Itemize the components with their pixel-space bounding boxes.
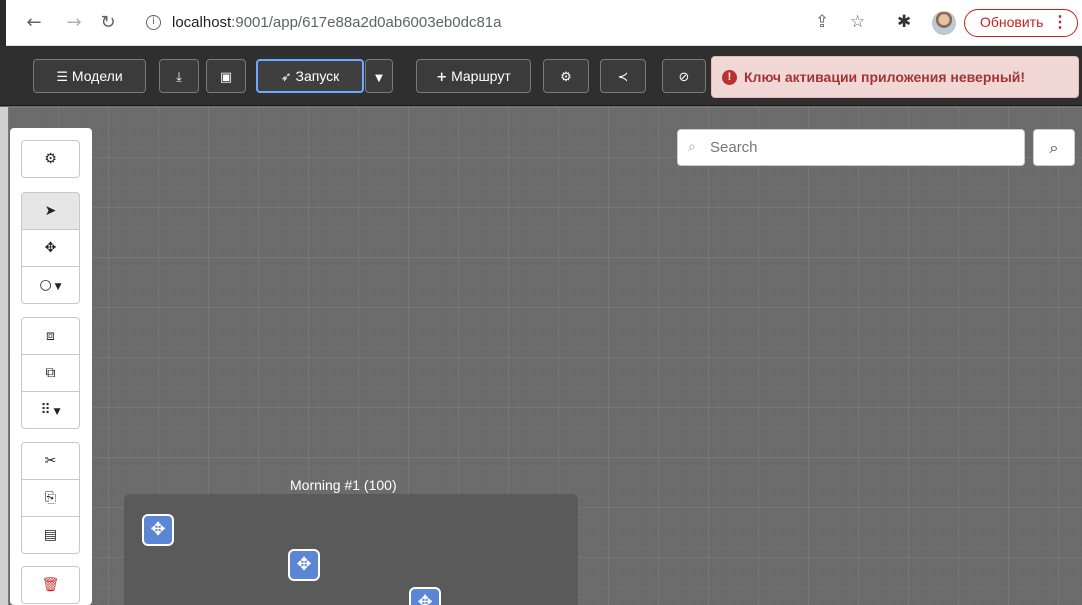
menu-dots-icon[interactable]: ⋮ xyxy=(1052,10,1068,35)
save-button[interactable]: ▣ xyxy=(206,59,246,93)
app-toolbar: ☰ Модели ⤓ ▣ ➶ Запуск ▼ + Маршрут ⚙ ≺ ⊘ … xyxy=(0,46,1082,106)
gear-icon: ⚙ xyxy=(44,151,57,167)
url-path: :9001/app/617e88a2d0ab6003eb0dc81a xyxy=(231,14,502,31)
update-button[interactable]: Обновить ⋮ xyxy=(964,9,1078,37)
copy-tool-button[interactable]: ⎘ xyxy=(21,479,80,517)
avatar[interactable] xyxy=(932,11,956,35)
alert-text: Ключ активации приложения неверный! xyxy=(744,69,1026,85)
paste-tool-button[interactable]: ▤ xyxy=(21,516,80,554)
list-icon: ☰ xyxy=(56,70,68,85)
waypoint-node[interactable]: ✥ xyxy=(142,514,174,546)
copy-icon: ⎘ xyxy=(44,490,57,506)
eye-slash-icon: ⊘ xyxy=(678,70,690,85)
scissors-icon: ✂ xyxy=(44,453,57,469)
paste-icon: ▤ xyxy=(43,527,58,543)
visibility-toggle-button[interactable]: ⊘ xyxy=(662,59,706,93)
update-button-label: Обновить xyxy=(980,14,1044,30)
tool-panel: ⚙ ➤ ✥ ○ ▼ ⧈ ⧉ ⠿ ▼ ✂ ⎘ ▤ 🗑 xyxy=(10,128,92,605)
route-group[interactable] xyxy=(124,494,578,605)
move-icon: ✥ xyxy=(44,240,57,256)
grid-icon: ⠿ xyxy=(40,402,51,418)
download-icon: ⤓ xyxy=(176,70,182,85)
activation-error-alert: ! Ключ активации приложения неверный! xyxy=(711,56,1079,98)
move-tool-button[interactable]: ✥ xyxy=(21,229,80,267)
add-route-button-label: Маршрут xyxy=(451,68,511,84)
settings-tool-button[interactable]: ⚙ xyxy=(21,140,80,178)
add-route-button[interactable]: + Маршрут xyxy=(416,59,531,93)
cut-tool-button[interactable]: ✂ xyxy=(21,442,80,480)
rocket-icon: ➶ xyxy=(280,70,292,85)
search-icon: ⌕ xyxy=(688,139,696,155)
caret-down-icon: ▼ xyxy=(375,73,383,84)
group-label: Morning #1 (100) xyxy=(290,477,397,493)
forward-icon[interactable]: → xyxy=(64,13,84,33)
circle-icon: ○ xyxy=(39,277,52,293)
models-button-label: Модели xyxy=(71,68,123,84)
delete-tool-button[interactable]: 🗑 xyxy=(21,566,80,604)
url-host: localhost xyxy=(172,14,232,31)
trash-icon: 🗑 xyxy=(41,577,60,593)
cursor-icon: ➤ xyxy=(44,203,57,219)
save-icon: ▣ xyxy=(219,70,233,85)
models-button[interactable]: ☰ Модели xyxy=(33,59,146,93)
back-icon[interactable]: ← xyxy=(24,13,44,33)
search-icon: ⌕ xyxy=(1049,138,1059,157)
browser-toolbar: ← → ↻ i localhost:9001/app/617e88a2d0ab6… xyxy=(0,0,1082,46)
caret-down-icon: ▼ xyxy=(51,282,62,292)
window-edge xyxy=(0,0,6,46)
address-bar[interactable]: i localhost:9001/app/617e88a2d0ab6003eb0… xyxy=(136,7,882,39)
download-button[interactable]: ⤓ xyxy=(159,59,199,93)
search-button[interactable]: ⌕ xyxy=(1033,129,1075,166)
shape-tool-button[interactable]: ○ ▼ xyxy=(21,266,80,304)
caret-down-icon: ▼ xyxy=(50,407,61,417)
info-icon[interactable]: i xyxy=(146,15,161,30)
launch-button[interactable]: ➶ Запуск xyxy=(256,59,364,93)
star-icon[interactable]: ☆ xyxy=(850,12,865,32)
share-icon[interactable]: ⇪ xyxy=(815,12,829,32)
select-tool-button[interactable]: ➤ xyxy=(21,192,80,230)
share-app-button[interactable]: ≺ xyxy=(600,59,646,93)
search-input[interactable] xyxy=(710,130,1010,165)
ungroup-tool-button[interactable]: ⧉ xyxy=(21,354,80,392)
move-arrows-icon: ✥ xyxy=(296,554,312,575)
object-ungroup-icon: ⧉ xyxy=(45,365,56,381)
url-text[interactable]: localhost:9001/app/617e88a2d0ab6003eb0dc… xyxy=(172,14,501,31)
search-field[interactable]: ⌕ xyxy=(677,129,1025,166)
object-group-icon: ⧈ xyxy=(46,328,55,344)
reload-icon[interactable]: ↻ xyxy=(98,13,118,33)
plus-icon: + xyxy=(436,70,448,85)
share-nodes-icon: ≺ xyxy=(617,70,629,85)
puzzle-icon[interactable]: ✱ xyxy=(897,12,911,32)
waypoint-node[interactable]: ✥ xyxy=(288,549,320,581)
launch-button-label: Запуск xyxy=(295,68,340,84)
exclamation-circle-icon: ! xyxy=(722,70,737,85)
grid-tool-button[interactable]: ⠿ ▼ xyxy=(21,391,80,429)
group-tool-button[interactable]: ⧈ xyxy=(21,317,80,355)
move-arrows-icon: ✥ xyxy=(417,592,433,605)
canvas-left-border xyxy=(0,107,8,605)
move-arrows-icon: ✥ xyxy=(150,519,166,540)
waypoint-node[interactable]: ✥ xyxy=(409,587,441,605)
gears-icon: ⚙ xyxy=(560,70,572,85)
launch-dropdown-button[interactable]: ▼ xyxy=(365,59,393,93)
settings-group-button[interactable]: ⚙ xyxy=(543,59,589,93)
